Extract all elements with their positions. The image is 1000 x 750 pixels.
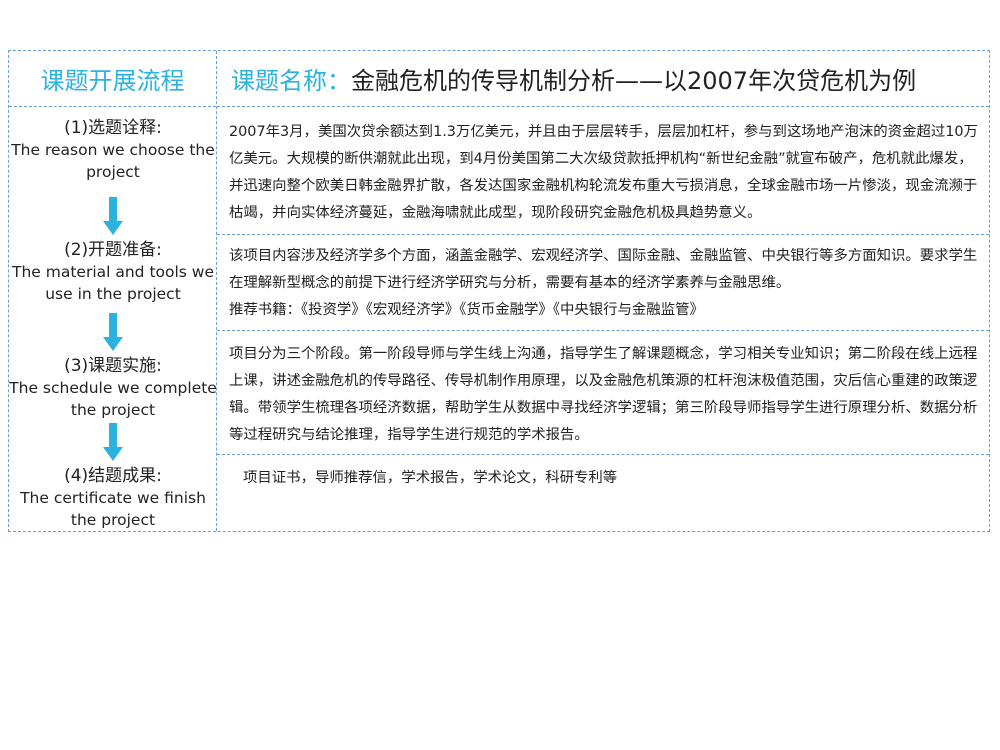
section-certificate: 项目证书，导师推荐信，学术报告，学术论文，科研专利等: [217, 455, 989, 531]
step-1: (1)选题诠释: The reason we choose the projec…: [9, 117, 217, 183]
section-preparation-text: 该项目内容涉及经济学多个方面，涵盖金融学、宏观经济学、国际金融、金融监管、中央银…: [229, 248, 978, 291]
topic-name: 金融危机的传导机制分析——以2007年次贷危机为例: [351, 67, 917, 95]
process-column: 课题开展流程 (1)选题诠释: The reason we choose the…: [9, 51, 217, 531]
section-reason-text: 2007年3月，美国次贷余额达到1.3万亿美元，并且由于层层转手，层层加杠杆，参…: [229, 124, 978, 221]
step-2: (2)开题准备: The material and tools we use i…: [9, 239, 217, 305]
process-table: 课题开展流程 (1)选题诠释: The reason we choose the…: [8, 50, 990, 532]
step-4-en: The certificate we finish the project: [20, 489, 206, 529]
step-4-cn: (4)结题成果:: [64, 466, 162, 486]
topic-title: 课题名称： 金融危机的传导机制分析——以2007年次贷危机为例: [217, 51, 989, 107]
section-schedule-text: 项目分为三个阶段。第一阶段导师与学生线上沟通，指导学生了解课题概念，学习相关专业…: [229, 346, 978, 443]
step-2-cn: (2)开题准备:: [64, 240, 162, 260]
step-2-en: The material and tools we use in the pro…: [11, 263, 215, 303]
section-preparation-books: 推荐书籍：《投资学》《宏观经济学》《货币金融学》《中央银行与金融监管》: [229, 302, 704, 318]
section-preparation: 该项目内容涉及经济学多个方面，涵盖金融学、宏观经济学、国际金融、金融监管、中央银…: [217, 235, 989, 331]
down-arrow-icon: [103, 313, 123, 351]
down-arrow-icon: [103, 423, 123, 461]
section-reason: 2007年3月，美国次贷余额达到1.3万亿美元，并且由于层层转手，层层加杠杆，参…: [217, 107, 989, 235]
section-schedule: 项目分为三个阶段。第一阶段导师与学生线上沟通，指导学生了解课题概念，学习相关专业…: [217, 331, 989, 455]
content-column: 课题名称： 金融危机的传导机制分析——以2007年次贷危机为例 2007年3月，…: [217, 51, 989, 531]
process-column-header: 课题开展流程: [9, 51, 216, 107]
step-3: (3)课题实施: The schedule we complete the pr…: [9, 355, 217, 421]
step-3-cn: (3)课题实施:: [64, 356, 162, 376]
section-certificate-text: 项目证书，导师推荐信，学术报告，学术论文，科研专利等: [243, 470, 618, 486]
step-1-en: The reason we choose the project: [11, 141, 215, 181]
step-1-cn: (1)选题诠释:: [64, 118, 162, 138]
topic-label: 课题名称：: [231, 67, 351, 95]
step-3-en: The schedule we complete the project: [9, 379, 217, 419]
down-arrow-icon: [103, 197, 123, 235]
step-4: (4)结题成果: The certificate we finish the p…: [9, 465, 217, 531]
